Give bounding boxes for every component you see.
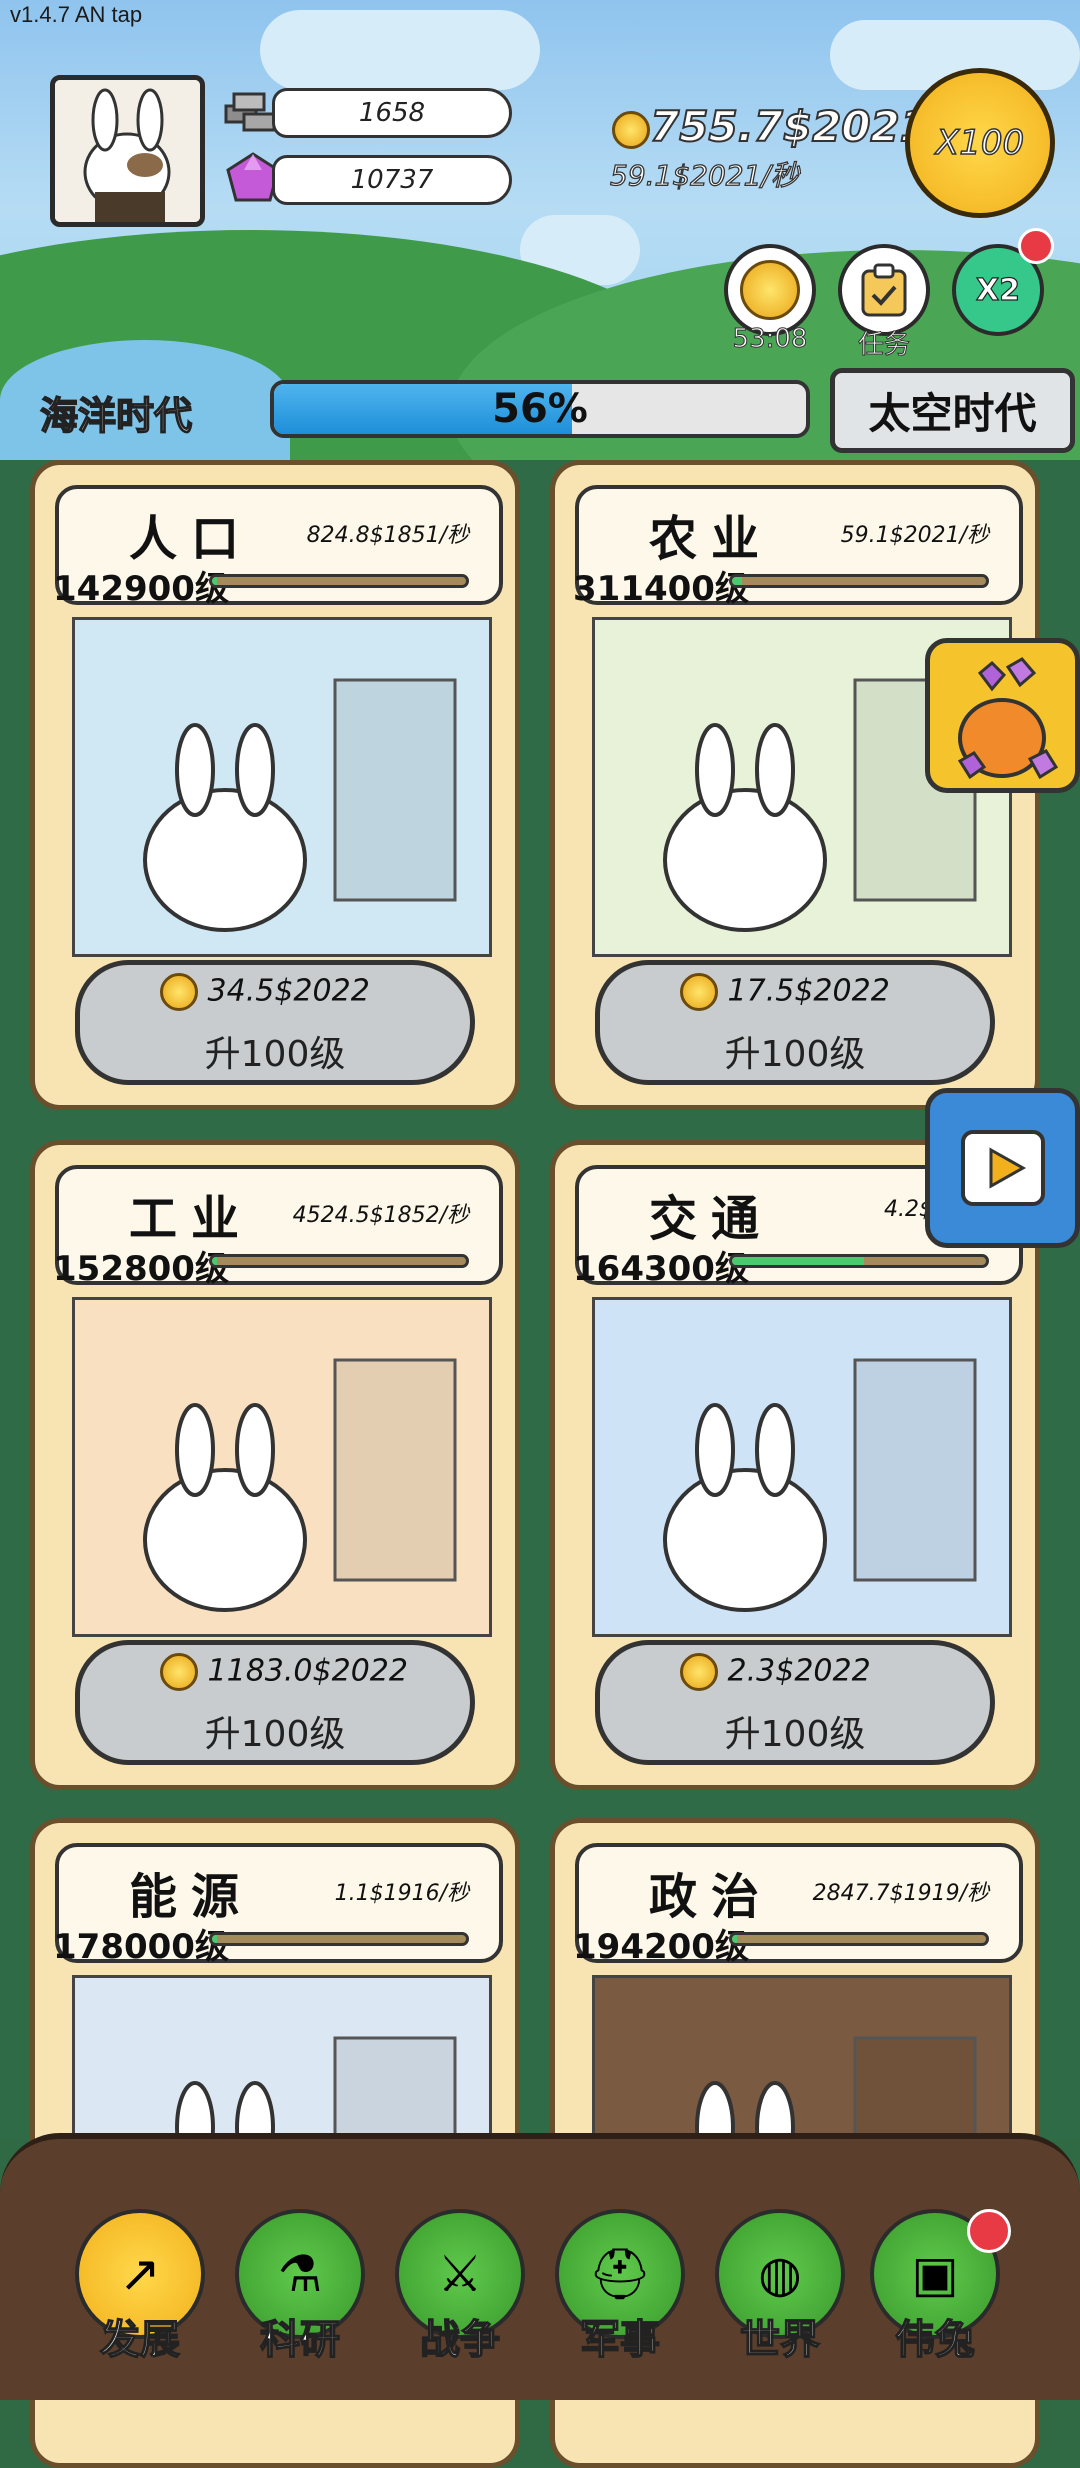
card-title: 交通 <box>649 1191 774 1247</box>
coin-timer-button[interactable] <box>724 244 816 336</box>
card-level-bar <box>209 1254 469 1268</box>
coin-icon <box>680 973 718 1011</box>
nav-research-label: 科研 <box>259 2316 341 2364</box>
coin-icon <box>612 110 650 149</box>
next-age-button[interactable]: 太空时代 <box>830 368 1075 453</box>
card-header: 能源 1.1$1916/秒 178000级 <box>53 1843 503 1967</box>
play-icon <box>960 1130 1045 1206</box>
bottom-navigation: ↗ 发展 ⚗ 科研 ⚔ 战争 ⛑ 军事 ◍ 世界 ▣ 伟兔 <box>0 2133 1080 2400</box>
card-illustration <box>72 1297 492 1637</box>
card-level: 152800级 <box>53 1249 229 1289</box>
card-level: 194200级 <box>573 1927 749 1967</box>
card-title: 政治 <box>649 1869 774 1925</box>
card-rate: 59.1$2021/秒 <box>840 523 989 548</box>
upgrade-cost: 17.5$2022 <box>680 973 890 1011</box>
card-level: 178000级 <box>53 1927 229 1967</box>
upgrade-cost-value: 34.5$2022 <box>207 973 370 1009</box>
nav-research[interactable]: ⚗ 科研 <box>235 2209 365 2365</box>
notification-dot <box>1018 228 1054 264</box>
player-avatar[interactable] <box>50 75 205 227</box>
card-level: 142900级 <box>53 569 229 609</box>
upgrade-button[interactable]: 17.5$2022 升100级 <box>595 960 995 1085</box>
video-ad-button[interactable] <box>925 1088 1080 1248</box>
card-level-bar-fill <box>732 1935 738 1943</box>
age-progress-bar: 56% <box>270 380 810 438</box>
card-header: 政治 2847.7$1919/秒 194200级 <box>573 1843 1023 1967</box>
upgrade-cost: 2.3$2022 <box>680 1653 871 1691</box>
card-level: 164300级 <box>573 1249 749 1289</box>
card-level-bar-fill <box>732 1257 865 1265</box>
coin-icon <box>680 1653 718 1691</box>
card-title: 农业 <box>649 511 774 567</box>
card-header: 农业 59.1$2021/秒 311400级 <box>573 485 1023 609</box>
gem-pot-button[interactable] <box>925 638 1080 793</box>
nav-great-rabbit-label: 伟兔 <box>894 2316 976 2364</box>
age-progress-text: 56% <box>492 386 588 432</box>
upgrade-cost: 34.5$2022 <box>160 973 370 1011</box>
nav-war[interactable]: ⚔ 战争 <box>395 2209 525 2365</box>
card-illustration <box>72 617 492 957</box>
nav-war-label: 战争 <box>419 2316 501 2364</box>
nav-develop-label: 发展 <box>99 2316 181 2364</box>
upgrade-label: 升100级 <box>724 1714 866 1755</box>
tasks-label: 任务 <box>857 330 910 361</box>
nav-notification-dot <box>967 2209 1011 2253</box>
card-rate: 1.1$1916/秒 <box>334 1881 469 1906</box>
card-population: 人口 824.8$1851/秒 142900级 34.5$2022 升100级 <box>30 460 520 1110</box>
upgrade-button[interactable]: 1183.0$2022 升100级 <box>75 1640 475 1765</box>
card-header: 人口 824.8$1851/秒 142900级 <box>53 485 503 609</box>
upgrade-cost: 1183.0$2022 <box>160 1653 408 1691</box>
upgrade-button[interactable]: 34.5$2022 升100级 <box>75 960 475 1085</box>
card-title: 人口 <box>129 511 254 567</box>
card-rate: 824.8$1851/秒 <box>306 523 469 548</box>
gem-counter: 10737 <box>272 155 512 205</box>
card-level-bar-fill <box>212 577 218 585</box>
current-age-label: 海洋时代 <box>39 393 193 439</box>
nav-world-label: 世界 <box>739 2316 821 2364</box>
card-level-bar-fill <box>212 1935 218 1943</box>
iron-counter: 1658 <box>272 88 512 138</box>
upgrade-label: 升100级 <box>204 1034 346 1075</box>
coin-icon <box>160 1653 198 1691</box>
card-industry: 工业 4524.5$1852/秒 152800级 1183.0$2022 升10… <box>30 1140 520 1790</box>
upgrade-button[interactable]: 2.3$2022 升100级 <box>595 1640 995 1765</box>
multiplier-button[interactable]: X100 <box>905 68 1055 218</box>
clipboard-icon <box>861 263 907 317</box>
tasks-button[interactable] <box>838 244 930 336</box>
upgrade-cost-value: 1183.0$2022 <box>207 1653 408 1689</box>
card-level-bar <box>209 574 469 588</box>
nav-develop[interactable]: ↗ 发展 <box>75 2209 205 2365</box>
upgrade-label: 升100级 <box>204 1714 346 1755</box>
card-illustration <box>592 1297 1012 1637</box>
upgrade-cost-value: 2.3$2022 <box>727 1653 871 1689</box>
card-level-bar-fill <box>212 1257 218 1265</box>
version-label: v1.4.7 AN tap <box>10 2 143 27</box>
card-rate: 4524.5$1852/秒 <box>292 1203 469 1228</box>
card-title: 工业 <box>129 1191 254 1247</box>
card-rate: 2847.7$1919/秒 <box>812 1881 989 1906</box>
card-level-bar-fill <box>732 577 743 585</box>
gem-pot-icon <box>957 657 1059 780</box>
card-level-bar <box>729 1932 989 1946</box>
nav-military-label: 军事 <box>579 2316 661 2364</box>
card-level-bar <box>729 1254 989 1268</box>
card-level-bar <box>209 1932 469 1946</box>
gold-rate: 59.1$2021/秒 <box>609 158 799 192</box>
card-header: 工业 4524.5$1852/秒 152800级 <box>53 1165 503 1289</box>
nav-world[interactable]: ◍ 世界 <box>715 2209 845 2365</box>
upgrade-cost-value: 17.5$2022 <box>727 973 890 1009</box>
coin-timer-label: 53:08 <box>732 324 808 355</box>
gold-amount-value: 755.7$2021 <box>649 101 930 152</box>
upgrade-label: 升100级 <box>724 1034 866 1075</box>
coin-stack-icon <box>740 260 800 320</box>
card-level: 311400级 <box>573 569 749 609</box>
gold-amount: 755.7$2021 <box>612 101 930 152</box>
card-title: 能源 <box>129 1869 254 1925</box>
coin-icon <box>160 973 198 1011</box>
card-level-bar <box>729 574 989 588</box>
nav-military[interactable]: ⛑ 军事 <box>555 2209 685 2365</box>
